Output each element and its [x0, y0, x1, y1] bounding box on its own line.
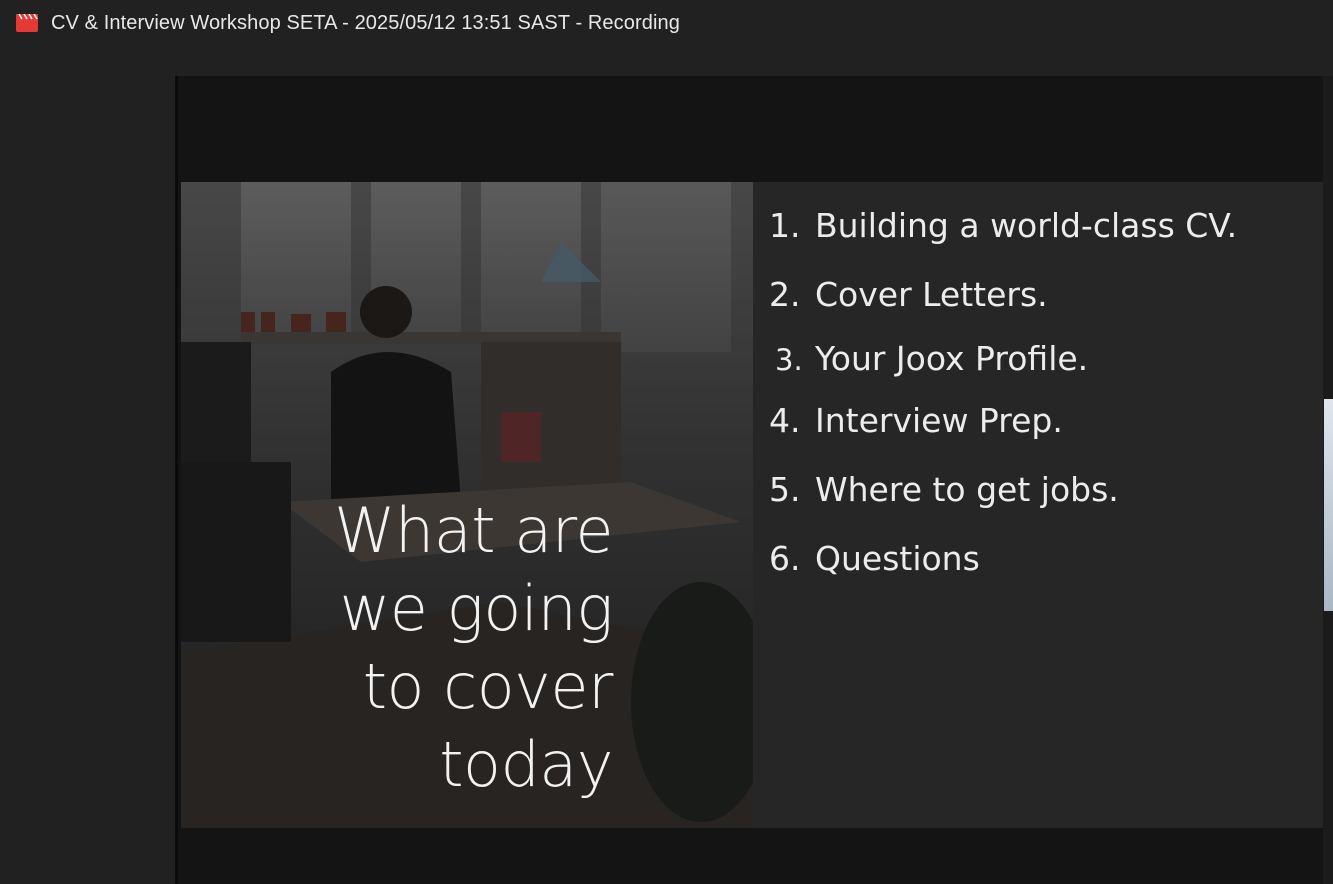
agenda-item: 3. Your Joox Profile. — [769, 339, 1088, 378]
agenda-number: 5. — [769, 470, 801, 509]
agenda-number: 1. — [769, 206, 801, 245]
slide-headline: What are we going to cover today — [334, 494, 613, 801]
window-title: CV & Interview Workshop SETA - 2025/05/1… — [51, 12, 680, 34]
agenda-text: Building a world-class CV. — [815, 206, 1238, 245]
agenda-item: 5. Where to get jobs. — [769, 470, 1119, 509]
agenda-text: Interview Prep. — [815, 401, 1063, 440]
agenda-number: 4. — [769, 401, 801, 440]
agenda-item: 2. Cover Letters. — [769, 275, 1048, 314]
agenda-text: Your Joox Profile. — [815, 339, 1089, 378]
agenda-panel: 1. Building a world-class CV. 2. Cover L… — [753, 182, 1323, 828]
agenda-text: Where to get jobs. — [815, 470, 1119, 509]
presentation-slide: What are we going to cover today 1. Buil… — [181, 182, 1323, 828]
video-player[interactable]: What are we going to cover today 1. Buil… — [175, 76, 1323, 884]
agenda-item: 1. Building a world-class CV. — [769, 206, 1237, 245]
agenda-number: 2. — [769, 275, 801, 314]
title-bar: CV & Interview Workshop SETA - 2025/05/1… — [0, 0, 1333, 48]
side-panel-edge — [1323, 76, 1333, 884]
agenda-item: 6. Questions — [769, 539, 980, 578]
video-file-icon — [16, 14, 38, 32]
side-thumbnail[interactable] — [1324, 399, 1333, 611]
agenda-number: 6. — [769, 539, 801, 578]
agenda-text: Questions — [815, 539, 980, 578]
agenda-text: Cover Letters. — [815, 275, 1048, 314]
agenda-item: 4. Interview Prep. — [769, 401, 1063, 440]
slide-photo: What are we going to cover today — [181, 182, 753, 828]
agenda-number: 3. — [775, 343, 803, 377]
